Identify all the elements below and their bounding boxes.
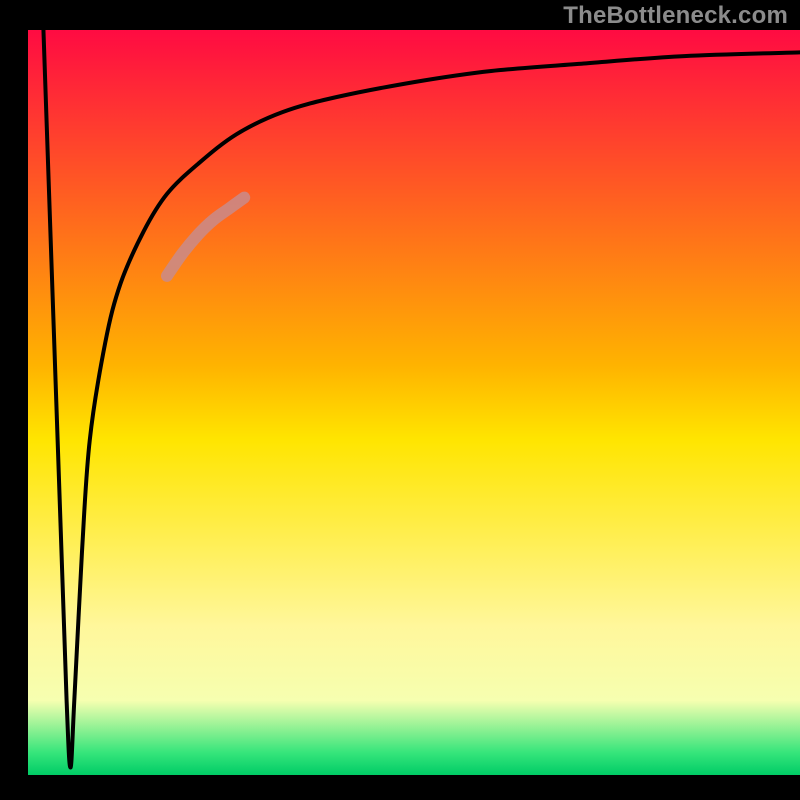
gradient-background	[28, 30, 800, 775]
watermark-text: TheBottleneck.com	[563, 2, 788, 30]
outer-frame: TheBottleneck.com	[0, 0, 800, 800]
bottleneck-chart	[0, 0, 800, 800]
